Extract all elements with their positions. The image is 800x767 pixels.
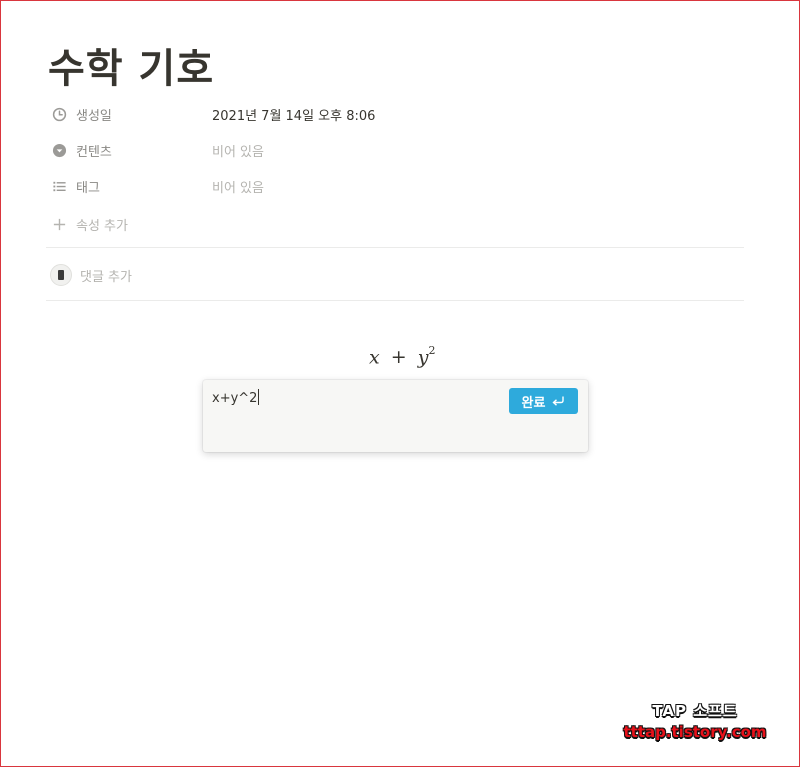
property-value: 2021년 7월 14일 오후 8:06: [212, 108, 376, 124]
equation-input[interactable]: x+y^2: [212, 389, 260, 406]
equation-input-value: x+y^2: [212, 391, 258, 406]
plus-icon: [50, 215, 68, 233]
done-label: 완료: [521, 394, 546, 410]
text-caret: [258, 389, 260, 405]
add-property-button[interactable]: 속성 추가: [50, 212, 128, 236]
add-property-label: 속성 추가: [76, 218, 128, 234]
clock-icon: [50, 105, 68, 123]
property-row-contents[interactable]: 컨텐츠 비어 있음: [50, 138, 740, 162]
equation-block[interactable]: x + y2: [369, 344, 436, 369]
equation-editor-popup: x+y^2 완료: [203, 380, 588, 452]
equation-var-y: y: [417, 346, 429, 369]
divider: [46, 300, 744, 301]
list-icon: [50, 177, 68, 195]
equation-var-x: x: [369, 346, 380, 369]
property-label: 생성일: [76, 108, 112, 124]
property-label: 태그: [76, 180, 100, 196]
property-row-created[interactable]: 생성일 2021년 7월 14일 오후 8:06: [50, 102, 740, 126]
watermark-url: tttap.tistory.com: [623, 723, 767, 741]
watermark-brand: TAP 소프트: [652, 702, 738, 720]
select-icon: [50, 141, 68, 159]
done-button[interactable]: 완료: [509, 388, 578, 414]
property-row-tags[interactable]: 태그 비어 있음: [50, 174, 740, 198]
comment-input[interactable]: 댓글 추가: [50, 263, 132, 287]
property-label: 컨텐츠: [76, 144, 112, 160]
equation-operator: +: [390, 346, 407, 369]
property-value[interactable]: 비어 있음: [212, 177, 264, 196]
property-value[interactable]: 비어 있음: [212, 141, 264, 160]
divider: [46, 247, 744, 248]
page-title[interactable]: 수학 기호: [48, 36, 214, 94]
equation-exponent: 2: [428, 344, 436, 357]
comment-placeholder: 댓글 추가: [80, 269, 132, 285]
avatar: [50, 264, 72, 286]
watermark: TAP 소프트 tttap.tistory.com: [610, 700, 780, 741]
enter-icon: [552, 396, 565, 406]
